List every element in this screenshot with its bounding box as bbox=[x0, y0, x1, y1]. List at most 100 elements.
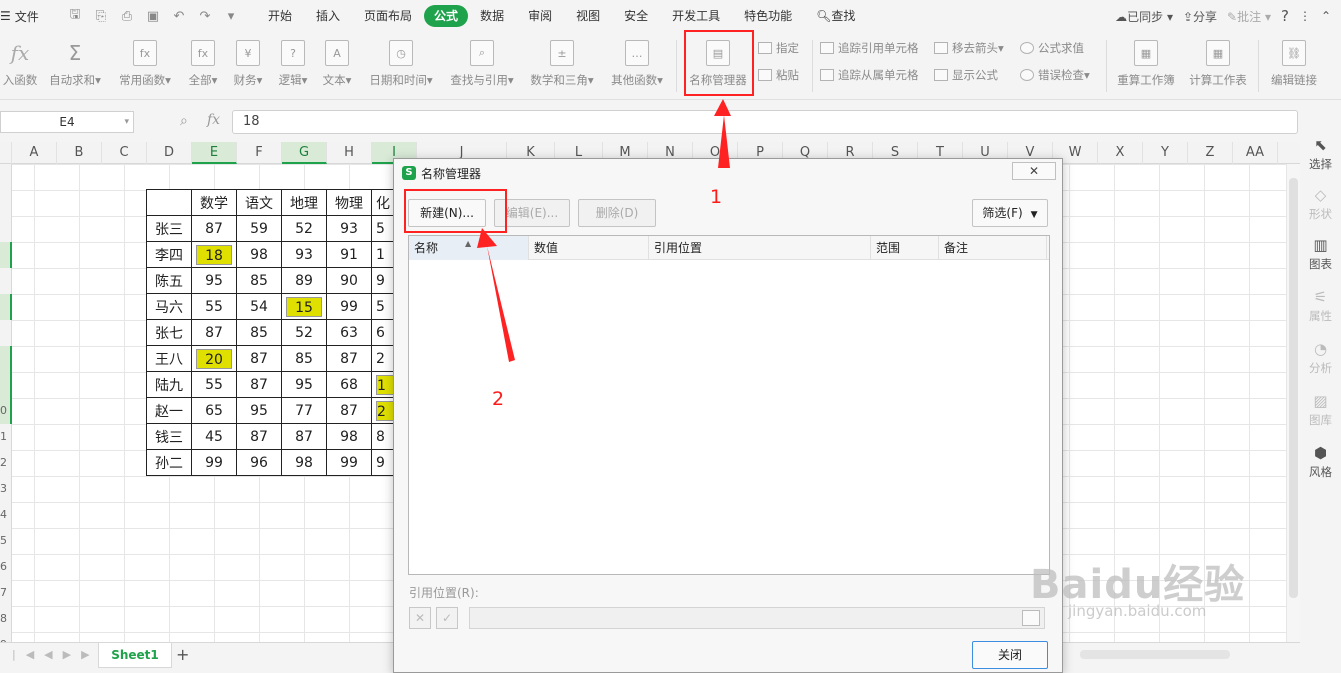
table-header-cell[interactable]: 语文 bbox=[236, 189, 282, 216]
row-header[interactable]: 9 bbox=[0, 632, 12, 642]
row-header-selected[interactable] bbox=[0, 242, 12, 268]
column-header[interactable]: C bbox=[102, 142, 147, 164]
search-command[interactable]: 🔍︎查找 bbox=[804, 5, 867, 27]
score-cell[interactable]: 87 bbox=[236, 423, 282, 450]
delete-name-button[interactable]: 删除(D) bbox=[578, 199, 656, 227]
column-header[interactable]: Y bbox=[1143, 142, 1188, 164]
student-name-cell[interactable]: 赵一 bbox=[146, 397, 192, 424]
score-cell[interactable]: 95 bbox=[191, 267, 237, 294]
score-cell[interactable]: 87 bbox=[281, 423, 327, 450]
score-cell[interactable]: 98 bbox=[326, 423, 372, 450]
row-header[interactable]: 4 bbox=[0, 502, 12, 528]
trace-precedents-button[interactable]: 追踪引用单元格 bbox=[820, 40, 919, 56]
score-cell[interactable]: 87 bbox=[191, 215, 237, 242]
student-name-cell[interactable]: 李四 bbox=[146, 241, 192, 268]
score-cell[interactable]: 18 bbox=[191, 241, 237, 268]
student-name-cell[interactable]: 张三 bbox=[146, 215, 192, 242]
logical-functions-button[interactable]: ? 逻辑▾ bbox=[274, 36, 312, 94]
student-name-cell[interactable]: 张七 bbox=[146, 319, 192, 346]
export-icon[interactable]: ⎘ bbox=[90, 9, 112, 24]
row-header[interactable]: 3 bbox=[0, 476, 12, 502]
score-cell[interactable]: 98 bbox=[236, 241, 282, 268]
score-cell[interactable]: 68 bbox=[326, 371, 372, 398]
filter-button[interactable]: 筛选(F) ▼ bbox=[972, 199, 1048, 227]
column-header-name[interactable]: 名称 ▲ bbox=[409, 236, 529, 260]
score-cell[interactable]: 93 bbox=[281, 241, 327, 268]
score-cell[interactable]: 87 bbox=[326, 397, 372, 424]
score-cell[interactable]: 59 bbox=[236, 215, 282, 242]
paste-names-button[interactable]: 粘贴 bbox=[758, 67, 799, 83]
vertical-scrollbar[interactable] bbox=[1286, 164, 1300, 642]
tab-insert[interactable]: 插入 bbox=[304, 5, 352, 27]
share-button[interactable]: ⇪分享 bbox=[1183, 8, 1217, 25]
customize-dropdown-icon[interactable]: ▾ bbox=[220, 9, 242, 24]
undo-icon[interactable]: ↶ bbox=[168, 9, 190, 24]
column-header-reference[interactable]: 引用位置 bbox=[649, 236, 871, 260]
student-name-cell[interactable]: 王八 bbox=[146, 345, 192, 372]
row-header-selected[interactable] bbox=[0, 294, 12, 320]
column-header-note[interactable]: 备注 bbox=[939, 236, 1047, 260]
sheet-tab[interactable]: Sheet1 bbox=[98, 643, 172, 668]
score-cell[interactable]: 55 bbox=[191, 293, 237, 320]
score-cell[interactable]: 87 bbox=[326, 345, 372, 372]
row-header-selected[interactable]: 0 bbox=[0, 398, 12, 424]
row-header[interactable] bbox=[0, 216, 12, 242]
row-header[interactable]: 2 bbox=[0, 450, 12, 476]
score-cell[interactable]: 87 bbox=[236, 371, 282, 398]
sidebar-item-gallery[interactable]: ▨ 图库 bbox=[1300, 392, 1341, 428]
preview-icon[interactable]: ▣ bbox=[142, 9, 164, 24]
student-name-cell[interactable]: 孙二 bbox=[146, 449, 192, 476]
save-icon[interactable]: 🖫 bbox=[64, 5, 86, 27]
tab-developer[interactable]: 开发工具 bbox=[660, 5, 732, 27]
row-header-selected[interactable] bbox=[0, 346, 12, 372]
score-cell[interactable]: 63 bbox=[326, 319, 372, 346]
row-header[interactable]: 5 bbox=[0, 528, 12, 554]
recalc-workbook-button[interactable]: ▦ 重算工作簿 bbox=[1114, 36, 1178, 94]
row-header[interactable] bbox=[0, 320, 12, 346]
comment-button[interactable]: ✎批注 ▾ bbox=[1227, 8, 1271, 25]
chevron-down-icon[interactable]: ▾ bbox=[124, 112, 129, 132]
score-cell[interactable]: 95 bbox=[281, 371, 327, 398]
dialog-titlebar[interactable]: S 名称管理器 ✕ bbox=[394, 159, 1062, 187]
row-header-selected[interactable] bbox=[0, 372, 12, 398]
score-cell[interactable]: 96 bbox=[236, 449, 282, 476]
score-cell[interactable]: 91 bbox=[326, 241, 372, 268]
calc-sheet-button[interactable]: ▦ 计算工作表 bbox=[1186, 36, 1250, 94]
row-header[interactable]: 7 bbox=[0, 580, 12, 606]
close-icon[interactable]: ✕ bbox=[1012, 162, 1056, 180]
help-icon[interactable]: ? bbox=[1281, 7, 1289, 25]
show-formulas-button[interactable]: 显示公式 bbox=[934, 67, 998, 83]
tab-view[interactable]: 视图 bbox=[564, 5, 612, 27]
score-cell[interactable]: 90 bbox=[326, 267, 372, 294]
formula-input[interactable]: 18 bbox=[232, 110, 1298, 134]
lookup-functions-button[interactable]: ⌕ 查找与引用▾ bbox=[446, 36, 518, 94]
score-cell[interactable]: 52 bbox=[281, 319, 327, 346]
score-cell[interactable]: 98 bbox=[281, 449, 327, 476]
score-cell[interactable]: 87 bbox=[191, 319, 237, 346]
column-header[interactable]: D bbox=[147, 142, 192, 164]
score-cell[interactable]: 89 bbox=[281, 267, 327, 294]
cancel-reference-icon[interactable]: ✕ bbox=[409, 607, 431, 629]
scrollbar-thumb[interactable] bbox=[1289, 178, 1298, 598]
score-cell[interactable]: 77 bbox=[281, 397, 327, 424]
tab-data[interactable]: 数据 bbox=[468, 5, 516, 27]
column-header[interactable]: A bbox=[12, 142, 57, 164]
name-box[interactable]: E4 ▾ bbox=[0, 111, 134, 133]
score-cell[interactable]: 95 bbox=[236, 397, 282, 424]
tab-review[interactable]: 审阅 bbox=[516, 5, 564, 27]
sidebar-item-shape[interactable]: ◇ 形状 bbox=[1300, 186, 1341, 222]
trace-dependents-button[interactable]: 追踪从属单元格 bbox=[820, 67, 919, 83]
tab-home[interactable]: 开始 bbox=[256, 5, 304, 27]
score-cell[interactable]: 15 bbox=[281, 293, 327, 320]
print-icon[interactable]: ⎙ bbox=[116, 9, 138, 24]
column-header-scope[interactable]: 范围 bbox=[871, 236, 939, 260]
tab-security[interactable]: 安全 bbox=[612, 5, 660, 27]
autosum-button[interactable]: Σ 自动求和▾ bbox=[46, 36, 104, 94]
column-header-selected[interactable]: E bbox=[192, 142, 237, 164]
column-header[interactable]: X bbox=[1098, 142, 1143, 164]
math-functions-button[interactable]: ± 数学和三角▾ bbox=[526, 36, 598, 94]
all-functions-button[interactable]: fx 全部▾ bbox=[184, 36, 222, 94]
score-cell[interactable]: 45 bbox=[191, 423, 237, 450]
specify-button[interactable]: 指定 bbox=[758, 40, 799, 56]
tab-special-features[interactable]: 特色功能 bbox=[732, 5, 804, 27]
